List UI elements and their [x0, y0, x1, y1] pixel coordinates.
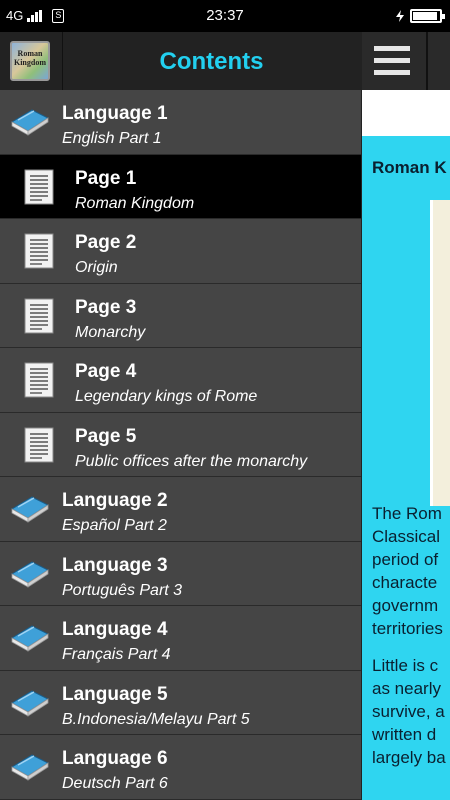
- drawer-item-language[interactable]: Language 5 B.Indonesia/Melayu Part 5: [0, 671, 361, 735]
- drawer-item-language[interactable]: Language 3 Português Part 3: [0, 542, 361, 606]
- drawer-item-page[interactable]: Page 3 Monarchy: [0, 284, 361, 348]
- drawer-title: Contents: [159, 48, 264, 75]
- item-title: Language 4: [62, 619, 168, 640]
- item-subtitle: Português Part 3: [62, 581, 183, 599]
- drawer-item-page[interactable]: Page 5 Public offices after the monarchy: [0, 413, 361, 477]
- drawer-item-page[interactable]: Page 2 Origin: [0, 219, 361, 284]
- item-subtitle: Monarchy: [75, 323, 146, 341]
- article-body: Roman K The Rom Classical period of char…: [362, 136, 450, 800]
- item-subtitle: Deutsch Part 6: [62, 775, 168, 792]
- paragraph-2-line: written d: [372, 725, 437, 744]
- app-bar-divider: [426, 32, 428, 90]
- item-title: Page 2: [75, 232, 137, 253]
- document-icon: [22, 361, 56, 399]
- paragraph-2-line: as nearly: [372, 679, 441, 698]
- paragraph-1-line: The Rom: [372, 504, 442, 523]
- content-app-bar: [362, 32, 450, 90]
- book-icon: [10, 685, 50, 721]
- book-icon: [10, 556, 50, 592]
- book-icon: [10, 491, 50, 527]
- drawer-item-page[interactable]: Page 1 Roman Kingdom: [0, 154, 361, 219]
- status-bar: 4G S 23:37: [0, 0, 450, 32]
- item-title: Language 3: [62, 554, 168, 576]
- item-subtitle: Français Part 4: [62, 646, 171, 663]
- contents-list: Language 1 English Part 1 Page 1 Roman King…: [0, 90, 361, 800]
- item-title: Page 3: [75, 296, 137, 318]
- charging-icon: [396, 10, 404, 22]
- book-icon: [10, 749, 50, 785]
- book-icon: [10, 620, 50, 656]
- paragraph-2-line: survive, a: [372, 702, 445, 721]
- item-subtitle: English Part 1: [62, 130, 162, 147]
- item-title: Language 6: [62, 748, 168, 769]
- paragraph-2-line: Little is c: [372, 656, 439, 675]
- paragraph-1-line: characte: [372, 573, 438, 592]
- drawer-item-language[interactable]: Language 6 Deutsch Part 6: [0, 735, 361, 800]
- item-subtitle: B.Indonesia/Melayu Part 5: [62, 710, 250, 728]
- document-icon: [22, 232, 56, 270]
- drawer-item-page[interactable]: Page 4 Legendary kings of Rome: [0, 348, 361, 413]
- item-subtitle: Public offices after the monarchy: [75, 452, 308, 470]
- item-subtitle: Roman Kingdom: [75, 194, 195, 212]
- paragraph-1-line: territories: [372, 619, 443, 638]
- item-title: Language 2: [62, 490, 168, 511]
- paragraph-1-line: period of: [372, 550, 439, 569]
- paragraph-2-line: largely ba: [372, 748, 446, 767]
- paragraph-1-line: Classical: [372, 527, 441, 546]
- app-logo: Roman Kingdom: [10, 41, 50, 81]
- item-title: Page 4: [75, 361, 137, 382]
- item-title: Page 5: [75, 425, 137, 447]
- clock: 23:37: [206, 7, 244, 24]
- item-subtitle: Origin: [75, 259, 118, 276]
- document-icon: [22, 426, 56, 464]
- article-image: [430, 200, 450, 506]
- article-heading: Roman K: [372, 158, 447, 177]
- item-subtitle: Legendary kings of Rome: [75, 388, 258, 405]
- drawer-item-language[interactable]: Language 2 Español Part 2: [0, 477, 361, 542]
- drawer-header: Roman Kingdom Contents: [0, 32, 361, 90]
- drawer-item-language[interactable]: Language 4 Français Part 4: [0, 606, 361, 671]
- content-pane: Roman K The Rom Classical period of char…: [362, 32, 450, 800]
- item-title: Language 5: [62, 683, 168, 705]
- document-icon: [22, 168, 56, 206]
- item-title: Page 1: [75, 167, 137, 189]
- menu-icon[interactable]: [374, 46, 410, 76]
- item-subtitle: Español Part 2: [62, 517, 167, 534]
- drawer-item-language[interactable]: Language 1 English Part 1: [0, 90, 361, 155]
- navigation-drawer: Roman Kingdom Contents Language 1 English…: [0, 32, 362, 800]
- item-title: Language 1: [62, 103, 168, 124]
- document-icon: [22, 297, 56, 335]
- book-icon: [10, 104, 50, 140]
- battery-icon: [410, 9, 445, 23]
- paragraph-1-line: governm: [372, 596, 439, 615]
